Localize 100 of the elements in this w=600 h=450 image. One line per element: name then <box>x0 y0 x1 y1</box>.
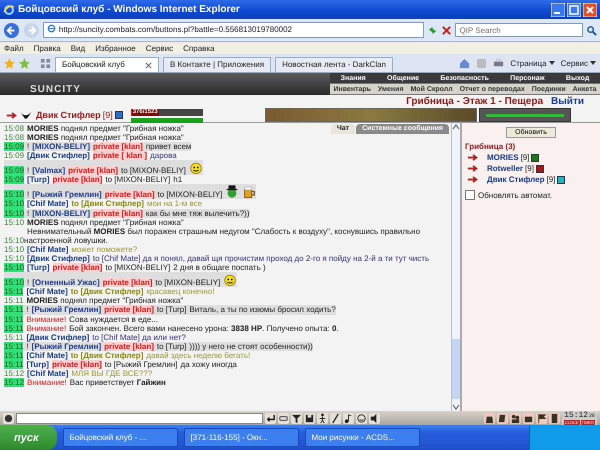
sender-name[interactable]: [Двик Стифлер] <box>27 151 90 160</box>
sender-name[interactable]: [Turp] <box>27 175 50 184</box>
people-icon[interactable] <box>510 412 521 424</box>
info-badge-icon[interactable] <box>557 176 566 184</box>
browser-tab[interactable]: Новостная лента - DarkClan <box>275 57 393 72</box>
sender-name[interactable]: [Chif Mate] <box>27 369 68 378</box>
tab-grid-icon[interactable] <box>40 58 51 68</box>
bag-icon[interactable] <box>484 412 495 424</box>
slash-icon[interactable] <box>330 412 341 424</box>
scrollbar-thumb[interactable] <box>452 339 460 399</box>
info-badge-icon[interactable] <box>536 164 544 172</box>
menu-item[interactable]: Избранное <box>95 44 136 52</box>
message-text: 2 дня в общаге поспать ) <box>173 263 266 272</box>
music-note-icon[interactable] <box>343 412 354 424</box>
minimize-icon[interactable] <box>551 2 565 16</box>
sender-name[interactable]: [Turp] <box>26 360 49 369</box>
timestamp: 15:10 <box>4 236 24 245</box>
message-text: h1 <box>173 175 182 184</box>
toolbar-menu-button[interactable]: Страница <box>510 58 547 68</box>
close-tab-icon[interactable] <box>145 62 152 68</box>
smiley-icon[interactable] <box>356 412 367 424</box>
taskbar-button[interactable]: Бойцовский клуб - ... <box>62 428 178 447</box>
search-icon[interactable] <box>586 24 597 36</box>
printer-icon[interactable] <box>493 58 504 68</box>
room-title: Грибница (3) <box>465 142 516 151</box>
checkbox[interactable] <box>465 190 475 200</box>
sender-name[interactable]: [Chif Mate] <box>26 287 68 296</box>
filter-icon[interactable] <box>291 412 302 424</box>
sender-name[interactable]: [Огненный Ужас] <box>32 278 100 288</box>
menu-item[interactable]: Файл <box>4 44 24 52</box>
user-name[interactable]: MORIES <box>487 153 519 162</box>
save-icon[interactable] <box>304 412 315 424</box>
smiley-icon <box>223 272 238 288</box>
player-name[interactable]: Двик Стифлер <box>36 110 101 120</box>
message-text: ! <box>26 342 29 351</box>
private-tag: private [klan] <box>102 278 152 288</box>
enter-icon[interactable] <box>265 412 276 424</box>
arrow-icon[interactable] <box>467 175 479 184</box>
scroll-up-icon[interactable] <box>452 123 460 131</box>
taskbar-button[interactable]: Мои рисунки - ACDS... <box>304 428 420 447</box>
chat-input[interactable] <box>16 412 263 424</box>
add-star-icon[interactable] <box>19 58 30 68</box>
sender-name[interactable]: [Рыжий Гремлин] <box>32 305 102 314</box>
info-badge-icon[interactable] <box>531 154 540 162</box>
clock-time: 15:12 <box>564 412 588 420</box>
close-icon[interactable] <box>583 2 597 16</box>
address-field[interactable]: http://suncity.combats.com/buttons.pl?battle=0.556813019780002 <box>42 22 424 38</box>
arrow-icon[interactable] <box>467 164 479 173</box>
flag-icon[interactable] <box>536 412 547 424</box>
sender-name[interactable]: [Turp] <box>27 263 50 272</box>
caret-icon[interactable] <box>590 61 596 65</box>
message-text: как бы мне тяж вылечить?)) <box>146 208 250 218</box>
message-text: ! <box>27 166 30 176</box>
caret-icon[interactable] <box>548 61 555 65</box>
exit-link[interactable]: Выйти <box>551 96 584 107</box>
sender-name[interactable]: [Рыжий Гремлин] <box>32 190 102 200</box>
search-field[interactable]: QIP Search <box>455 23 583 37</box>
taskbar-button[interactable]: [371-116-155] - Окн... <box>184 428 299 447</box>
eraser-icon[interactable] <box>278 412 289 424</box>
refresh-icon[interactable] <box>427 24 438 36</box>
menu-item[interactable]: Вид <box>70 44 86 52</box>
private-tag: private [klan] <box>93 208 143 218</box>
browser-tab[interactable]: Бойцовский клуб <box>55 57 159 72</box>
walking-figure-icon[interactable] <box>317 412 328 424</box>
timestamp: 15:09 <box>4 142 24 152</box>
sender-name[interactable]: [Valmax] <box>32 166 66 176</box>
stop-icon[interactable] <box>441 24 452 36</box>
browser-tab[interactable]: В Контакте | Приложения <box>163 57 272 72</box>
menu-item[interactable]: Справка <box>183 44 215 52</box>
private-tag: private [klan] <box>52 360 102 369</box>
user-name[interactable]: Двик Стифлер <box>487 175 544 184</box>
sender-name[interactable]: [Chif Mate] <box>27 199 68 208</box>
sender-name[interactable]: [Двик Стифлер] <box>26 332 90 342</box>
sender-name[interactable]: [Рыжий Гремлин] <box>32 342 102 351</box>
timestamp: 15:11 <box>4 332 24 342</box>
timestamp: 15:08 <box>4 124 24 134</box>
private-tag: private [ klan ] <box>92 151 148 160</box>
sender-name[interactable]: [Chif Mate] <box>26 350 68 360</box>
scroll-down-icon[interactable] <box>452 403 460 411</box>
smiley-icon <box>188 160 203 176</box>
maximize-icon[interactable] <box>567 2 581 16</box>
info-badge-icon[interactable] <box>114 111 123 119</box>
sender-name[interactable]: [Chif Mate] <box>27 244 68 254</box>
sender-name[interactable]: [MIXON-BELIY] <box>32 142 90 152</box>
home-icon[interactable] <box>459 58 470 68</box>
message-text: MORIES поднял предмет "Грибная ножка" <box>27 124 184 133</box>
menu-item[interactable]: Сервис <box>146 44 174 52</box>
speaker-icon[interactable] <box>369 412 380 424</box>
arrow-icon[interactable] <box>467 153 479 162</box>
star-icon[interactable] <box>4 58 15 68</box>
sender-name[interactable]: [Двик Стифлер] <box>27 254 90 264</box>
sender-name[interactable]: [MIXON-BELIY] <box>32 208 90 218</box>
user-name[interactable]: Rotweller <box>487 164 524 173</box>
toolbar-menu-button[interactable]: Сервис <box>560 58 588 68</box>
hat-smiley-icon <box>225 184 240 200</box>
menu-item[interactable]: Правка <box>34 44 61 52</box>
location-title: Грибница - Этаж 1 - Пещера <box>406 96 544 107</box>
timestamp: 15:10 <box>4 190 24 200</box>
message-text: MORIES поднял предмет "Грибная ножка" <box>26 296 184 306</box>
timestamp: 15:09 <box>4 151 24 160</box>
